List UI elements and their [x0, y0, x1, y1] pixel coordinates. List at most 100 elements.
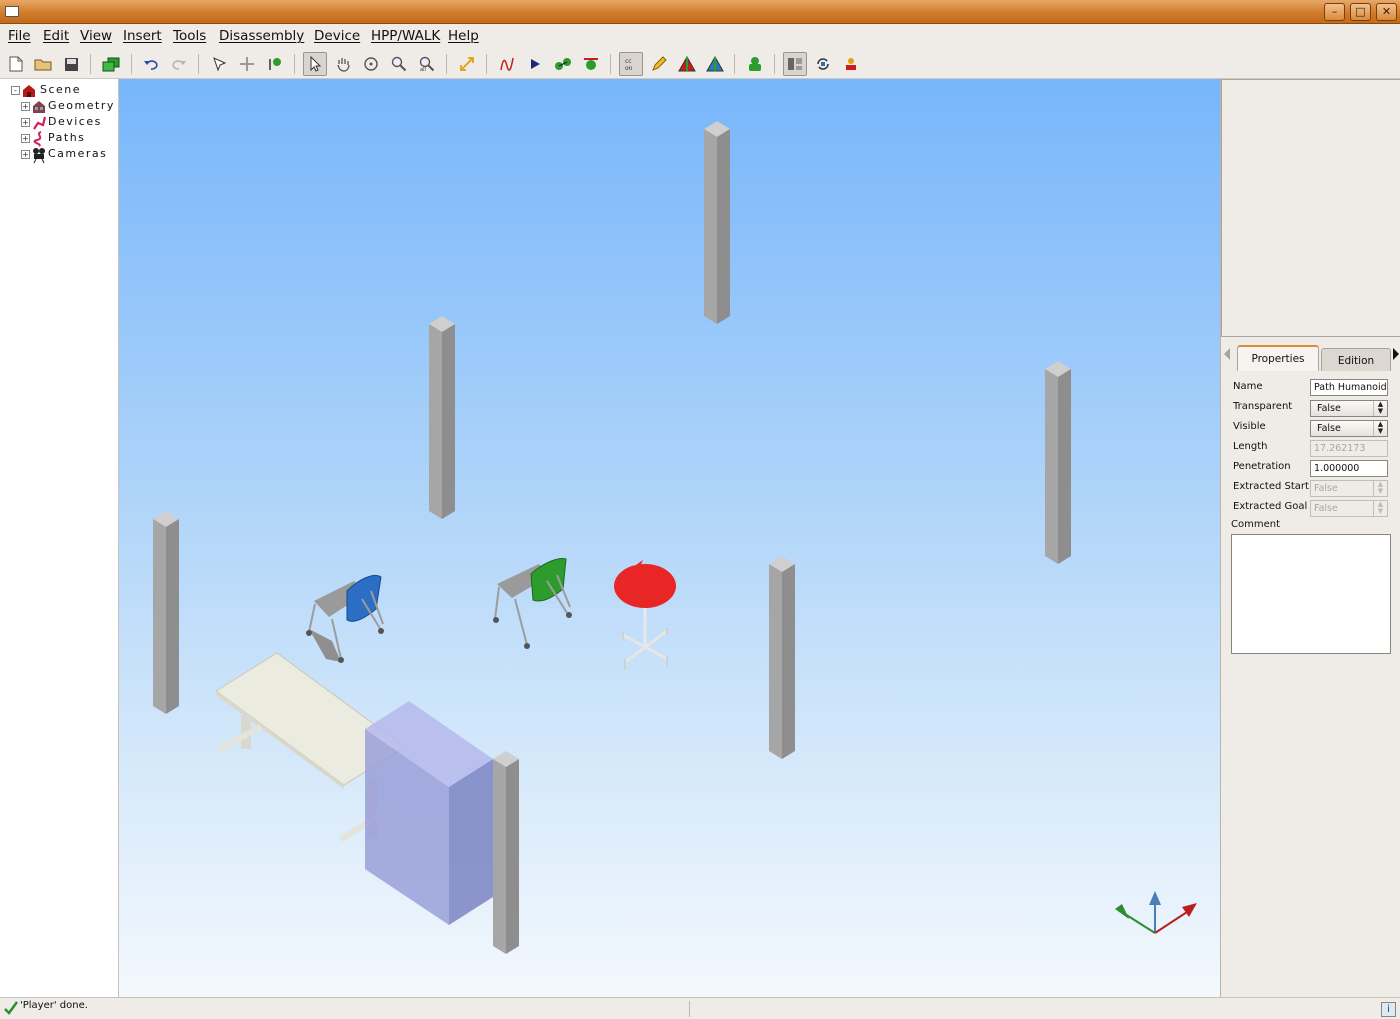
- menu-view[interactable]: View: [80, 28, 112, 44]
- pillar[interactable]: [769, 556, 795, 759]
- tree-item-scene[interactable]: Scene: [40, 83, 81, 96]
- roadmap-blue-icon[interactable]: [703, 52, 727, 76]
- transparent-select[interactable]: False ▲ ▼: [1310, 400, 1388, 417]
- paths-icon: [33, 131, 42, 147]
- tree-item-paths[interactable]: Paths: [48, 131, 85, 144]
- open-folder-icon[interactable]: [31, 52, 55, 76]
- pillar[interactable]: [704, 121, 730, 324]
- scene-tree: - Scene + Geometry + Devices + Paths + C…: [0, 79, 119, 997]
- tab-scroll-right-icon[interactable]: [1392, 347, 1400, 361]
- menu-disassembly[interactable]: Disassembly: [219, 28, 304, 44]
- device-icon[interactable]: [743, 52, 767, 76]
- cabinet[interactable]: [365, 701, 493, 925]
- name-label: Name: [1233, 381, 1263, 392]
- rotate-object-icon[interactable]: [263, 52, 287, 76]
- visible-label: Visible: [1233, 421, 1266, 432]
- zoom-icon[interactable]: [387, 52, 411, 76]
- svg-text:on: on: [625, 65, 633, 71]
- layout-toggle-icon[interactable]: [783, 52, 807, 76]
- tab-properties[interactable]: Properties: [1237, 345, 1319, 371]
- geometry-icon: [33, 101, 45, 113]
- redo-icon[interactable]: [167, 52, 191, 76]
- menu-tools[interactable]: Tools: [173, 28, 206, 44]
- menu-help[interactable]: Help: [448, 28, 479, 44]
- collapse-scene-icon[interactable]: -: [11, 86, 20, 95]
- chair-blue[interactable]: [306, 574, 384, 663]
- play-icon[interactable]: [523, 52, 547, 76]
- info-icon[interactable]: i: [1381, 1002, 1396, 1017]
- length-field: 17.262173: [1310, 440, 1388, 457]
- extracted-goal-select: False ▲ ▼: [1310, 500, 1388, 517]
- menu-hpp-walk[interactable]: HPP/WALK: [371, 28, 440, 44]
- pan-hand-icon[interactable]: [331, 52, 355, 76]
- tab-scroll-left-icon[interactable]: [1223, 347, 1231, 361]
- penetration-label: Penetration: [1233, 461, 1291, 472]
- comment-textarea[interactable]: [1231, 534, 1391, 654]
- extracted-goal-value: False: [1314, 503, 1338, 514]
- expand-cameras-icon[interactable]: +: [21, 150, 30, 159]
- svg-text:cc: cc: [625, 58, 632, 65]
- extracted-goal-label: Extracted Goal: [1233, 501, 1308, 512]
- pillar[interactable]: [153, 511, 179, 714]
- rotate-view-icon[interactable]: [359, 52, 383, 76]
- name-field[interactable]: Path Humanoid: [1310, 379, 1388, 396]
- visible-select[interactable]: False ▲ ▼: [1310, 420, 1388, 437]
- roadmap-red-icon[interactable]: [675, 52, 699, 76]
- undo-icon[interactable]: [139, 52, 163, 76]
- menu-edit[interactable]: Edit: [43, 28, 69, 44]
- comment-label: Comment: [1231, 519, 1280, 530]
- updown-icon: ▲ ▼: [1373, 481, 1387, 496]
- pencil-icon[interactable]: [647, 52, 671, 76]
- expand-devices-icon[interactable]: +: [21, 118, 30, 127]
- stool-red[interactable]: [614, 560, 676, 669]
- minimize-button[interactable]: –: [1324, 3, 1345, 21]
- pointer-tool-icon[interactable]: [303, 52, 327, 76]
- solve-path-icon[interactable]: [579, 52, 603, 76]
- 3d-viewport[interactable]: [119, 79, 1220, 997]
- close-button[interactable]: ✕: [1376, 3, 1397, 21]
- tree-item-devices[interactable]: Devices: [48, 115, 102, 128]
- devices-icon: [33, 116, 46, 130]
- transparent-value: False: [1317, 403, 1341, 414]
- properties-panel: Properties Edition Name Path Humanoid Tr…: [1220, 79, 1400, 997]
- transparent-label: Transparent: [1233, 401, 1293, 412]
- fit-arrows-icon[interactable]: [455, 52, 479, 76]
- updown-icon: ▲ ▼: [1373, 501, 1387, 516]
- visible-value: False: [1317, 423, 1341, 434]
- menu-device[interactable]: Device: [314, 28, 360, 44]
- updown-icon: ▲ ▼: [1373, 401, 1387, 416]
- extracted-start-label: Extracted Start: [1233, 481, 1309, 492]
- preview-area: [1221, 79, 1400, 337]
- pillar[interactable]: [1045, 361, 1071, 564]
- planner-icon[interactable]: [551, 52, 575, 76]
- status-bar: 'Player' done. i: [0, 997, 1400, 1019]
- tab-edition[interactable]: Edition: [1321, 348, 1391, 371]
- path-curve-icon[interactable]: [495, 52, 519, 76]
- pillar[interactable]: [429, 316, 455, 519]
- pillar[interactable]: [493, 751, 519, 954]
- extracted-start-select: False ▲ ▼: [1310, 480, 1388, 497]
- tree-item-cameras[interactable]: Cameras: [48, 147, 107, 160]
- new-file-icon[interactable]: [4, 52, 28, 76]
- refresh-icon[interactable]: [811, 52, 835, 76]
- menu-bar: File Edit View Insert Tools Disassembly …: [0, 24, 1400, 48]
- tree-item-geometry[interactable]: Geometry: [48, 99, 115, 112]
- translate-icon[interactable]: [235, 52, 259, 76]
- menu-insert[interactable]: Insert: [123, 28, 162, 44]
- check-icon: [4, 1001, 18, 1015]
- import-geometry-icon[interactable]: [99, 52, 123, 76]
- collision-toggle-icon[interactable]: cc on: [619, 52, 643, 76]
- zoom-all-icon[interactable]: all: [415, 52, 439, 76]
- expand-paths-icon[interactable]: +: [21, 134, 30, 143]
- penetration-field[interactable]: 1.000000: [1310, 460, 1388, 477]
- camera-person-icon[interactable]: [839, 52, 863, 76]
- toolbar: all cc on: [0, 49, 1400, 79]
- menu-file[interactable]: File: [8, 28, 31, 44]
- select-move-icon[interactable]: [207, 52, 231, 76]
- length-label: Length: [1233, 441, 1268, 452]
- maximize-button[interactable]: □: [1350, 3, 1371, 21]
- save-icon[interactable]: [59, 52, 83, 76]
- panel-tabs: Properties Edition: [1221, 341, 1400, 371]
- chair-green[interactable]: [493, 558, 572, 649]
- expand-geometry-icon[interactable]: +: [21, 102, 30, 111]
